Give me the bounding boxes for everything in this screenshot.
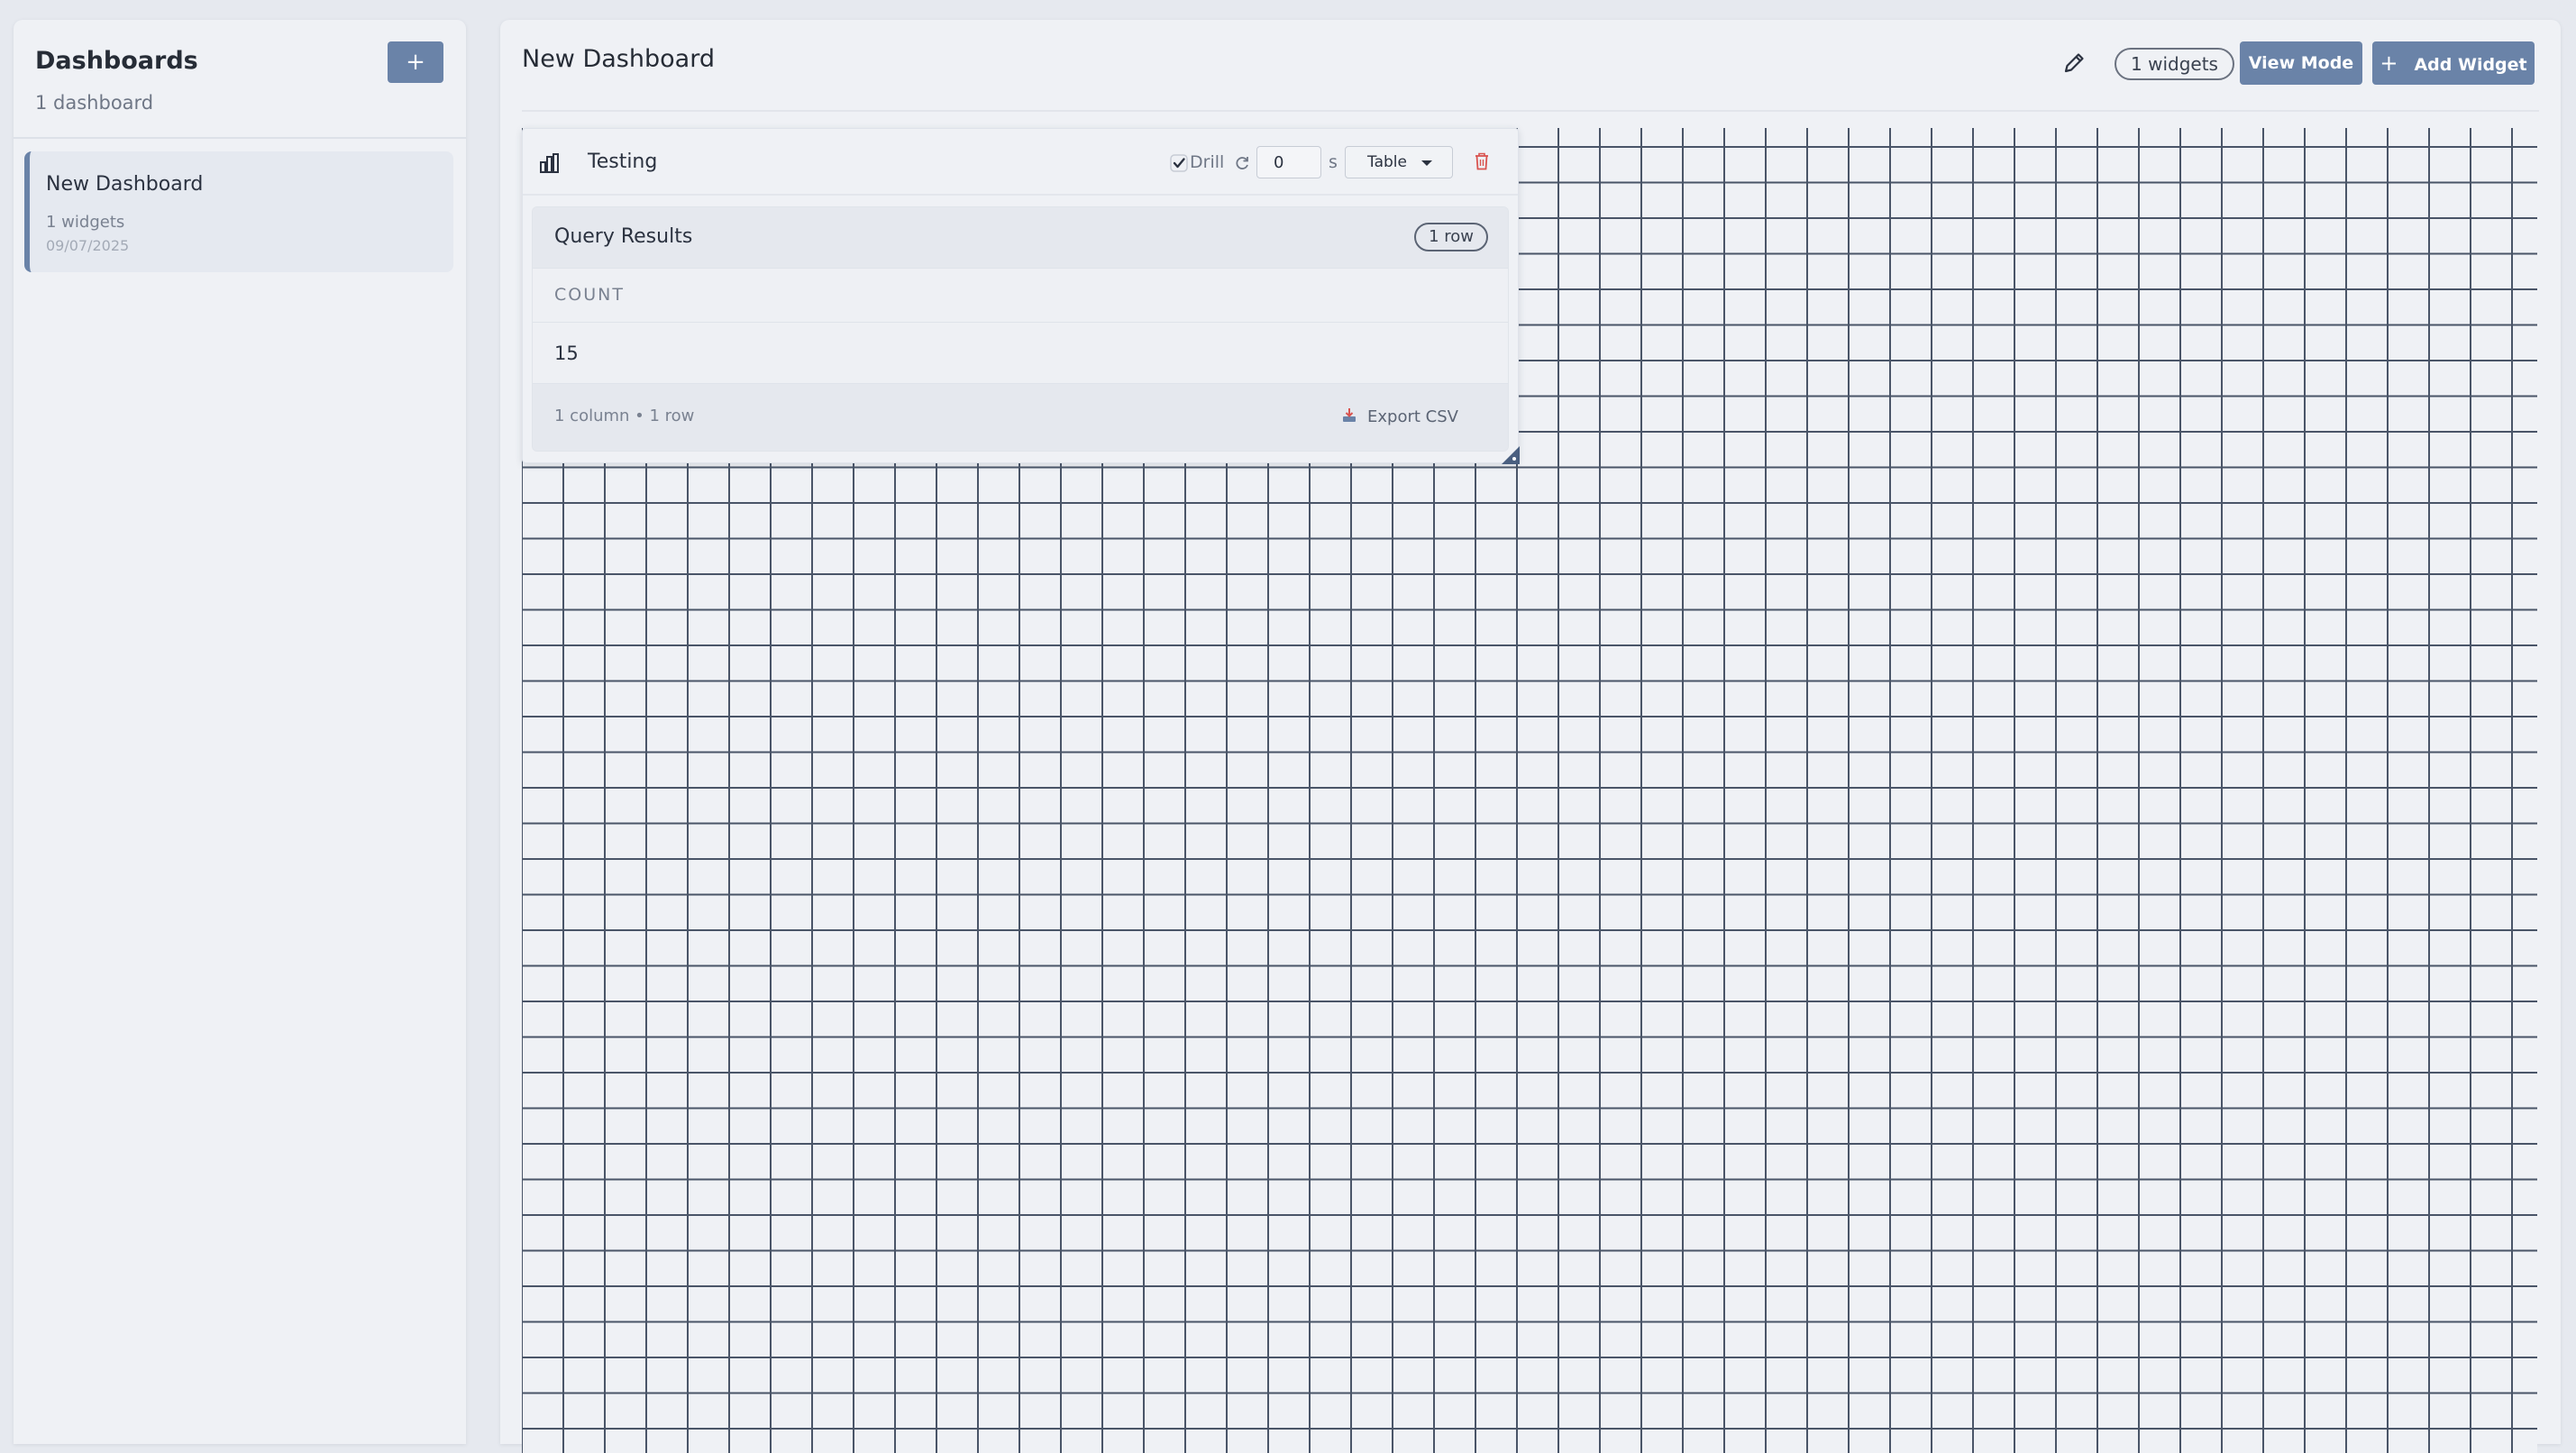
export-csv-button[interactable]: Export CSV	[1340, 402, 1475, 433]
page-title: New Dashboard	[522, 45, 715, 73]
resize-handle-icon[interactable]	[1502, 446, 1520, 464]
table-cell: 15	[554, 343, 579, 364]
edit-title-button[interactable]	[2058, 47, 2090, 79]
sidebar-title: Dashboards	[35, 47, 198, 75]
query-results-panel: Query Results 1 row COUNT 15 1 column • …	[532, 206, 1509, 452]
table-header-row: COUNT	[533, 269, 1508, 323]
trash-icon[interactable]	[1473, 151, 1491, 171]
dashboard-date: 09/07/2025	[46, 237, 130, 254]
visualization-type-select[interactable]: Table	[1345, 146, 1453, 178]
table-row: 15	[533, 323, 1508, 384]
dashboard-list-item[interactable]: New Dashboard 1 widgets 09/07/2025	[24, 151, 453, 272]
dashboards-sidebar: Dashboards 1 dashboard + New Dashboard 1…	[14, 20, 466, 1444]
dashboard-count: 1 dashboard	[35, 92, 154, 114]
plus-icon: +	[2380, 50, 2398, 76]
download-icon	[1343, 408, 1356, 422]
sidebar-header: Dashboards 1 dashboard +	[14, 20, 466, 139]
refresh-interval-input[interactable]	[1256, 146, 1321, 178]
chevron-down-icon	[1421, 160, 1432, 166]
results-footer: 1 column • 1 row Export CSV	[533, 384, 1508, 451]
column-header-count[interactable]: COUNT	[554, 285, 625, 305]
drill-label: Drill	[1190, 152, 1225, 172]
refresh-icon	[1236, 157, 1248, 169]
drill-checkbox[interactable]	[1170, 154, 1188, 172]
results-header: Query Results 1 row	[533, 207, 1508, 269]
bar-chart-icon	[540, 153, 559, 173]
dashboard-widget-count: 1 widgets	[46, 213, 125, 232]
export-csv-label: Export CSV	[1367, 407, 1458, 426]
results-summary: 1 column • 1 row	[554, 407, 695, 425]
add-dashboard-button[interactable]: +	[388, 41, 443, 83]
row-count-badge: 1 row	[1414, 223, 1488, 251]
refresh-unit-label: s	[1329, 152, 1338, 172]
visualization-type-value: Table	[1367, 153, 1407, 171]
dashboard-name: New Dashboard	[46, 173, 204, 196]
header-divider	[522, 110, 2539, 112]
widget-card[interactable]: Testing Drill s Table	[522, 128, 1520, 464]
widget-header[interactable]: Testing Drill s Table	[523, 129, 1518, 196]
widget-title: Testing	[588, 151, 658, 173]
view-mode-button[interactable]: View Mode	[2240, 41, 2362, 85]
dashboard-main: New Dashboard 1 widgets View Mode + Add W…	[500, 20, 2561, 1453]
widgets-count-badge: 1 widgets	[2115, 48, 2234, 80]
results-title: Query Results	[554, 225, 693, 248]
add-widget-label: Add Widget	[2414, 55, 2527, 75]
add-widget-button[interactable]: + Add Widget	[2372, 41, 2535, 85]
pencil-icon	[2064, 53, 2084, 73]
